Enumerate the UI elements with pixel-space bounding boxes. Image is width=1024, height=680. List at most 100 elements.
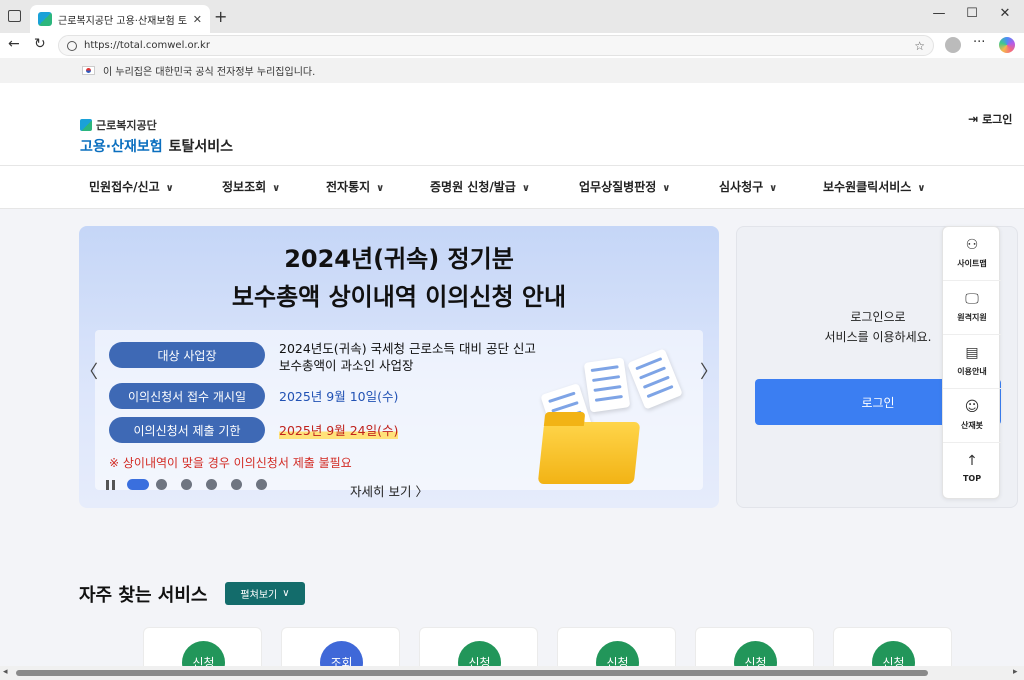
quick-menu: ⚇ 사이트맵 🖵 원격지원 ▤ 이용안내 ☺ 산재봇 ↑ TOP bbox=[942, 226, 1001, 499]
service-badge: 조회 bbox=[320, 641, 363, 666]
frequent-services-title: 자주 찾는 서비스 bbox=[79, 585, 208, 606]
nav-item-e-notice[interactable]: 전자통지 ∨ bbox=[326, 178, 384, 195]
chevron-down-icon: ∨ bbox=[282, 588, 290, 599]
banner-title: 2024년(귀속) 정기분 보수총액 상이내역 이의신청 안내 bbox=[231, 245, 567, 311]
target-value: 2024년도(귀속) 국세청 근로소득 대비 공단 신고 보수총액이 과소인 사… bbox=[279, 341, 536, 373]
service-card[interactable]: 신청 bbox=[833, 627, 952, 666]
service-card[interactable]: 신청 bbox=[143, 627, 262, 666]
guide-icon: ▤ bbox=[965, 345, 979, 361]
scroll-right-icon[interactable]: ▸ bbox=[1013, 667, 1018, 677]
banner-next-icon[interactable]: 〉 bbox=[700, 358, 718, 384]
close-window-button[interactable]: ✕ bbox=[990, 6, 1020, 21]
service-card[interactable]: 신청 bbox=[695, 627, 814, 666]
chevron-down-icon: ∨ bbox=[272, 183, 281, 194]
service-badge: 신청 bbox=[458, 641, 501, 666]
url-field[interactable]: https://total.comwel.or.kr ☆ bbox=[58, 35, 934, 56]
banner-dot[interactable] bbox=[206, 479, 217, 490]
service-badge: 신청 bbox=[872, 641, 915, 666]
banner-dot[interactable] bbox=[256, 479, 267, 490]
banner-more-link[interactable]: 자세히 보기 〉 bbox=[350, 481, 428, 500]
site-info-icon[interactable] bbox=[67, 40, 77, 51]
nav-item-civil-application[interactable]: 민원접수/신고 ∨ bbox=[89, 178, 174, 195]
login-icon: ⇥ bbox=[968, 112, 979, 126]
folder-icon bbox=[537, 422, 641, 484]
nav-item-disease-judgment[interactable]: 업무상질병판정 ∨ bbox=[579, 178, 670, 195]
header-login-link[interactable]: ⇥ 로그인 bbox=[968, 111, 1012, 127]
favorite-star-icon[interactable]: ☆ bbox=[914, 39, 925, 53]
tab-actions-icon[interactable] bbox=[8, 10, 21, 22]
nav-item-info-inquiry[interactable]: 정보조회 ∨ bbox=[222, 178, 280, 195]
service-badge: 신청 bbox=[596, 641, 639, 666]
arrow-up-icon: ↑ bbox=[966, 453, 978, 469]
browser-tab[interactable]: 근로복지공단 고용·산재보험 토탈 ✕ bbox=[30, 5, 210, 33]
comwel-logo-icon bbox=[80, 119, 92, 131]
expand-button[interactable]: 펼쳐보기 ∨ bbox=[225, 582, 305, 605]
banner-info-card: 대상 사업장 2024년도(귀속) 국세청 근로소득 대비 공단 신고 보수총액… bbox=[95, 330, 703, 490]
site-favicon-icon bbox=[38, 12, 52, 26]
deadline-value: 2025년 9월 24일(수) bbox=[279, 422, 399, 439]
banner-dot[interactable] bbox=[181, 479, 192, 490]
gov-notice-text: 이 누리집은 대한민국 공식 전자정부 누리집입니다. bbox=[103, 67, 316, 78]
main-banner[interactable]: 2024년(귀속) 정기분 보수총액 상이내역 이의신청 안내 대상 사업장 2… bbox=[79, 226, 719, 508]
logo-org-name: 근로복지공단 bbox=[96, 119, 157, 132]
banner-prev-icon[interactable]: 〈 bbox=[80, 358, 98, 384]
browser-tab-bar: 근로복지공단 고용·산재보험 토탈 ✕ + — ☐ ✕ bbox=[0, 0, 1024, 33]
chevron-down-icon: ∨ bbox=[917, 183, 926, 194]
more-menu-icon[interactable]: ··· bbox=[973, 35, 985, 50]
banner-pause-icon[interactable] bbox=[106, 480, 115, 490]
quick-remote-support[interactable]: 🖵 원격지원 bbox=[943, 281, 1001, 335]
service-card[interactable]: 신청 bbox=[419, 627, 538, 666]
banner-dot[interactable] bbox=[231, 479, 242, 490]
quick-top[interactable]: ↑ TOP bbox=[943, 443, 1001, 497]
quick-guide[interactable]: ▤ 이용안내 bbox=[943, 335, 1001, 389]
nav-item-one-click[interactable]: 보수원클릭서비스 ∨ bbox=[823, 178, 925, 195]
chevron-down-icon: ∨ bbox=[662, 183, 671, 194]
profile-avatar[interactable] bbox=[945, 37, 961, 53]
scrollbar-thumb[interactable] bbox=[16, 670, 928, 676]
service-badge: 신청 bbox=[182, 641, 225, 666]
quick-sitemap[interactable]: ⚇ 사이트맵 bbox=[943, 227, 1001, 281]
main-navigation: 민원접수/신고 ∨ 정보조회 ∨ 전자통지 ∨ 증명원 신청/발급 ∨ 업무상질병판정 ∨… bbox=[0, 165, 1024, 209]
back-icon[interactable]: ← bbox=[8, 36, 20, 52]
logo-service-blue: 고용·산재보험 bbox=[80, 139, 163, 155]
start-date-value: 2025년 9월 10일(수) bbox=[279, 389, 399, 404]
banner-warning: ※ 상이내역이 맞을 경우 이의신청서 제출 불필요 bbox=[109, 456, 352, 470]
nav-item-certificate[interactable]: 증명원 신청/발급 ∨ bbox=[430, 178, 530, 195]
document-icon bbox=[583, 357, 631, 413]
nav-item-review-request[interactable]: 심사청구 ∨ bbox=[719, 178, 777, 195]
chevron-down-icon: ∨ bbox=[521, 183, 530, 194]
gov-notice-bar: 이 누리집은 대한민국 공식 전자정부 누리집입니다. bbox=[0, 58, 1024, 83]
tab-close-icon[interactable]: ✕ bbox=[193, 13, 202, 26]
korean-flag-icon bbox=[82, 66, 95, 75]
new-tab-button[interactable]: + bbox=[214, 7, 227, 26]
reload-icon[interactable]: ↻ bbox=[34, 36, 46, 52]
remote-support-icon: 🖵 bbox=[965, 291, 979, 307]
chatbot-icon: ☺ bbox=[964, 399, 980, 415]
deadline-label-pill: 이의신청서 제출 기한 bbox=[109, 417, 265, 443]
url-text: https://total.comwel.or.kr bbox=[84, 40, 210, 51]
target-label-pill: 대상 사업장 bbox=[109, 342, 265, 368]
banner-dot-active[interactable] bbox=[127, 479, 149, 490]
address-bar-row: ← ↻ https://total.comwel.or.kr ☆ ··· bbox=[0, 33, 1024, 58]
chevron-down-icon: ∨ bbox=[376, 183, 385, 194]
banner-dot[interactable] bbox=[156, 479, 167, 490]
web-page: 이 누리집은 대한민국 공식 전자정부 누리집입니다. 근로복지공단 고용·산재… bbox=[0, 58, 1024, 666]
chevron-down-icon: ∨ bbox=[769, 183, 778, 194]
header-login-label: 로그인 bbox=[982, 113, 1013, 126]
scroll-left-icon[interactable]: ◂ bbox=[3, 667, 8, 677]
service-card[interactable]: 조회 bbox=[281, 627, 400, 666]
horizontal-scrollbar[interactable]: ◂ ▸ bbox=[0, 666, 1024, 680]
service-badge: 신청 bbox=[734, 641, 777, 666]
start-date-label-pill: 이의신청서 접수 개시일 bbox=[109, 383, 265, 409]
copilot-icon[interactable] bbox=[999, 37, 1015, 53]
sitemap-icon: ⚇ bbox=[965, 237, 979, 253]
quick-chatbot[interactable]: ☺ 산재봇 bbox=[943, 389, 1001, 443]
maximize-button[interactable]: ☐ bbox=[957, 6, 987, 21]
tab-title: 근로복지공단 고용·산재보험 토탈 bbox=[58, 15, 187, 27]
service-card[interactable]: 신청 bbox=[557, 627, 676, 666]
minimize-button[interactable]: — bbox=[924, 6, 954, 21]
site-logo[interactable]: 근로복지공단 고용·산재보험 토탈서비스 bbox=[80, 117, 233, 156]
logo-service-dark: 토탈서비스 bbox=[168, 139, 234, 155]
document-icon bbox=[627, 348, 683, 410]
chevron-down-icon: ∨ bbox=[165, 183, 174, 194]
